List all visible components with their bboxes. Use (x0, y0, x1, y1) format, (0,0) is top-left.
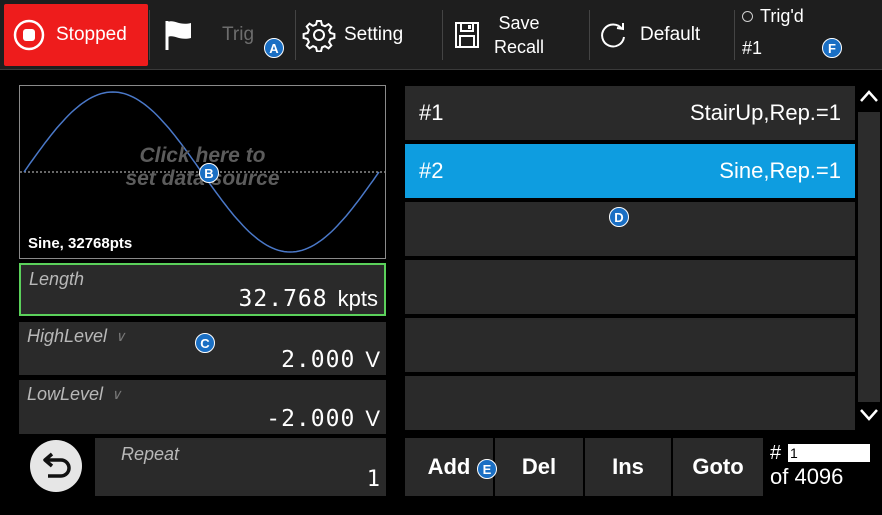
chevron-down-icon (859, 408, 879, 427)
trigd-label: Trig'd (760, 6, 804, 26)
low-level-label: LowLevel (27, 384, 104, 404)
gear-icon (302, 18, 336, 52)
segment-desc: StairUp,Rep.=1 (689, 100, 841, 125)
low-level-field[interactable]: LowLevel ∨ -2.000 V (19, 380, 386, 434)
trigd-channel: #1 (742, 38, 763, 58)
back-button[interactable] (22, 438, 90, 499)
scroll-down-button[interactable] (856, 404, 882, 430)
insert-label: Ins (612, 454, 644, 479)
trig-label: Trig (222, 24, 255, 45)
segment-row[interactable]: #1 StairUp,Rep.=1 (405, 86, 855, 140)
length-value-group: 32.768 kpts (239, 286, 378, 312)
default-button[interactable]: Default (590, 4, 732, 66)
length-field[interactable]: Length 32.768 kpts (19, 263, 386, 316)
scrollbar-track[interactable] (858, 112, 880, 402)
high-level-label: HighLevel (27, 326, 108, 346)
divider (442, 10, 443, 60)
callout-badge-b: B (199, 163, 219, 183)
repeat-value: 1 (366, 467, 380, 492)
low-level-value-group: -2.000 V (266, 406, 380, 432)
hint-line-1: Click here to (139, 144, 266, 167)
toolbar: Stopped Trig Setting Save Recall Default… (0, 0, 882, 70)
stopped-button[interactable]: Stopped (4, 4, 148, 66)
segment-row[interactable] (405, 318, 855, 372)
goto-button[interactable]: Goto (673, 438, 763, 496)
goto-index-input[interactable] (788, 444, 870, 462)
length-value: 32.768 (238, 286, 328, 312)
trig-button[interactable]: Trig (206, 4, 296, 66)
recall-label: Recall (494, 37, 545, 57)
pager-total: of 4096 (770, 464, 844, 489)
back-arrow-icon (28, 438, 84, 499)
high-level-unit: V (365, 347, 380, 372)
insert-button[interactable]: Ins (585, 438, 671, 496)
delete-label: Del (521, 454, 557, 479)
callout-badge-f: F (822, 38, 842, 58)
stop-icon (12, 18, 46, 52)
segment-row[interactable] (405, 202, 855, 256)
low-level-value: -2.000 (266, 406, 356, 432)
trigd-status[interactable]: Trig'd #1 (736, 4, 878, 66)
segment-index: #2 (419, 158, 444, 183)
length-unit: kpts (337, 286, 378, 311)
pager-hash: # (770, 442, 782, 464)
segment-pager: # of 4096 (768, 438, 878, 496)
segment-row[interactable] (405, 260, 855, 314)
divider (295, 10, 296, 60)
high-level-value: 2.000 (281, 347, 356, 373)
save-label: Save (498, 13, 540, 33)
chevron-down-icon: ∨ (111, 386, 122, 402)
segment-list: #1 StairUp,Rep.=1 #2 Sine,Rep.=1 (405, 86, 855, 431)
waveform-info: Sine, 32768pts (28, 235, 133, 252)
scroll-up-button[interactable] (856, 86, 882, 110)
floppy-disk-icon (454, 21, 480, 49)
segment-desc: Sine,Rep.=1 (719, 158, 841, 183)
chevron-down-icon: ∨ (115, 328, 126, 344)
flag-icon (161, 18, 195, 52)
delete-button[interactable]: Del (495, 438, 583, 496)
repeat-field[interactable]: Repeat 1 (95, 438, 386, 496)
repeat-label: Repeat (121, 444, 180, 464)
stopped-label: Stopped (56, 24, 127, 45)
marker-button[interactable] (150, 4, 206, 66)
length-label: Length (29, 269, 85, 289)
save-recall-button[interactable]: Save Recall (444, 4, 590, 66)
segment-row[interactable] (405, 376, 855, 430)
callout-badge-a: A (264, 38, 284, 58)
high-level-value-group: 2.000 V (281, 347, 380, 373)
high-level-label-group: HighLevel ∨ (27, 326, 125, 347)
add-label: Add (427, 454, 471, 479)
reset-icon (598, 20, 628, 50)
status-dot-icon (742, 11, 753, 22)
divider (734, 10, 735, 60)
segment-row-selected[interactable]: #2 Sine,Rep.=1 (405, 144, 855, 198)
divider (589, 10, 590, 60)
default-label: Default (640, 24, 701, 45)
callout-badge-d: D (609, 207, 629, 227)
goto-label: Goto (692, 454, 744, 479)
chevron-up-icon (859, 89, 879, 108)
divider (149, 10, 150, 60)
setting-button[interactable]: Setting (296, 4, 438, 66)
callout-badge-e: E (477, 459, 497, 479)
callout-badge-c: C (195, 333, 215, 353)
setting-label: Setting (344, 24, 404, 45)
low-level-label-group: LowLevel ∨ (27, 384, 121, 405)
segment-index: #1 (419, 100, 444, 125)
low-level-unit: V (365, 406, 380, 431)
